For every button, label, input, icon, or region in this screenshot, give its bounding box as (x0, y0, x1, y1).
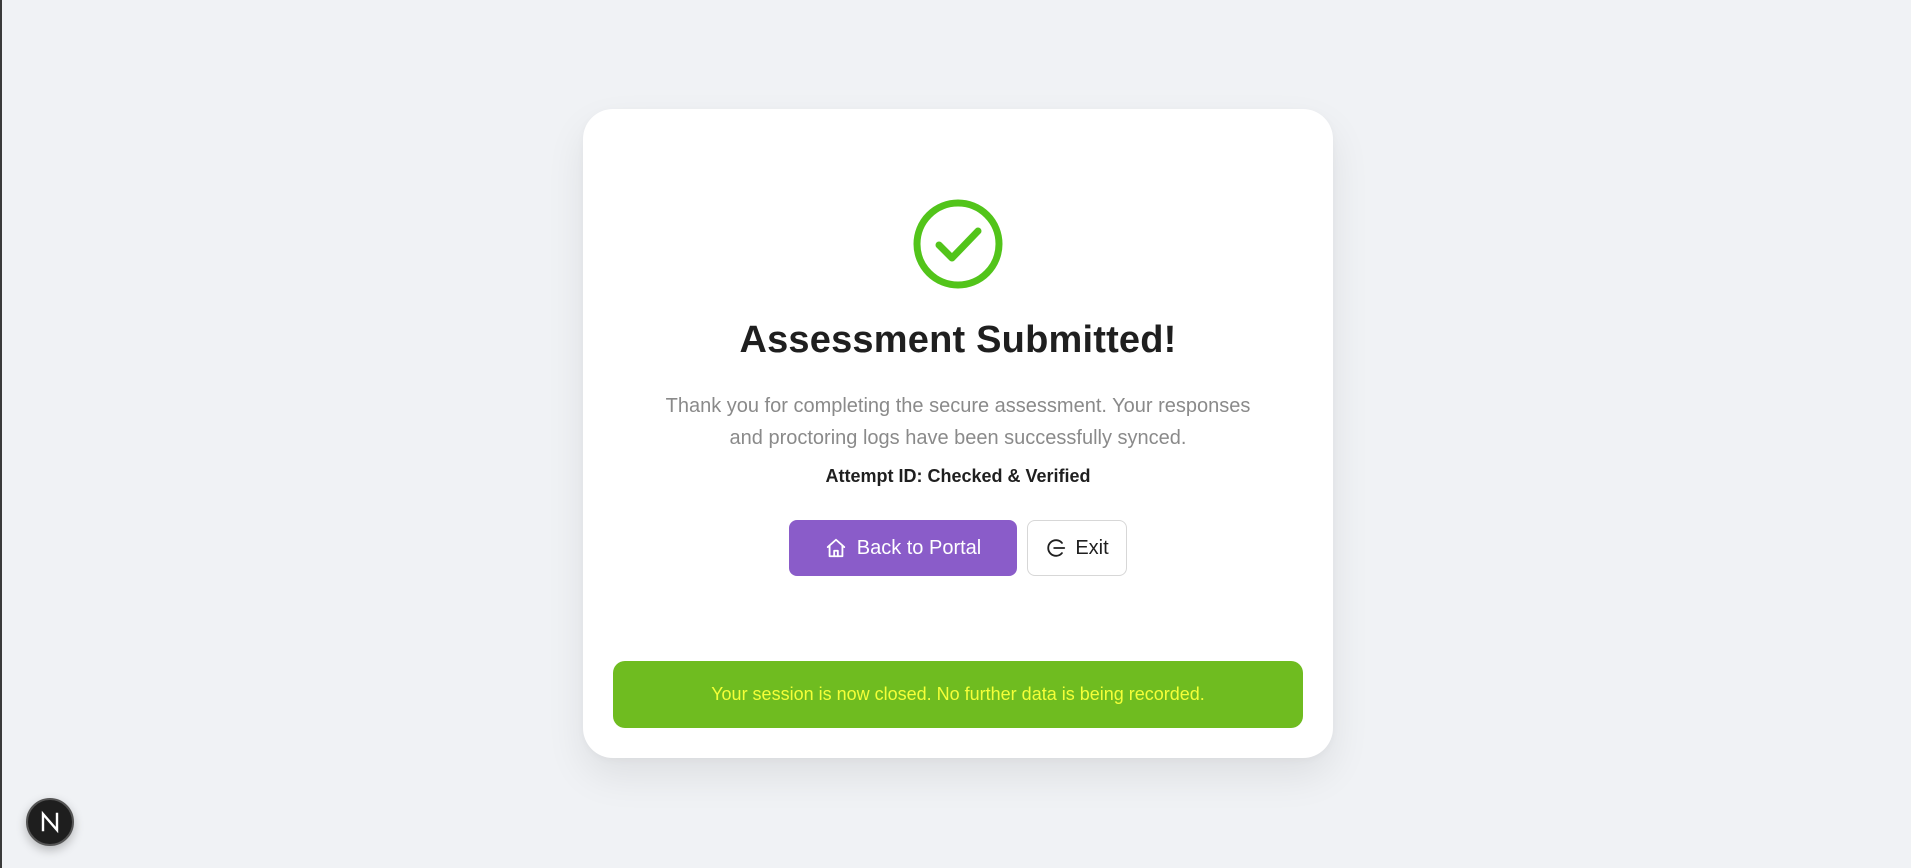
page-title: Assessment Submitted! (739, 319, 1177, 361)
confirmation-message: Thank you for completing the secure asse… (665, 395, 1251, 449)
framework-badge[interactable] (26, 798, 74, 846)
check-circle-icon (913, 199, 1003, 289)
exit-button[interactable]: Exit (1027, 520, 1127, 576)
home-icon (826, 538, 845, 558)
session-closed-banner: Your session is now closed. No further d… (613, 661, 1303, 728)
back-to-portal-button[interactable]: Back to Portal (789, 520, 1017, 576)
exit-label: Exit (1075, 536, 1109, 559)
action-buttons: Back to Portal Exit (583, 520, 1333, 576)
submission-card: Assessment Submitted! Thank you for comp… (583, 109, 1333, 758)
n-logo-icon (41, 810, 59, 834)
logout-icon (1047, 539, 1066, 557)
window-edge (0, 0, 2, 868)
attempt-id-label: Attempt ID: Checked & Verified (825, 466, 1091, 486)
back-to-portal-label: Back to Portal (856, 536, 982, 559)
